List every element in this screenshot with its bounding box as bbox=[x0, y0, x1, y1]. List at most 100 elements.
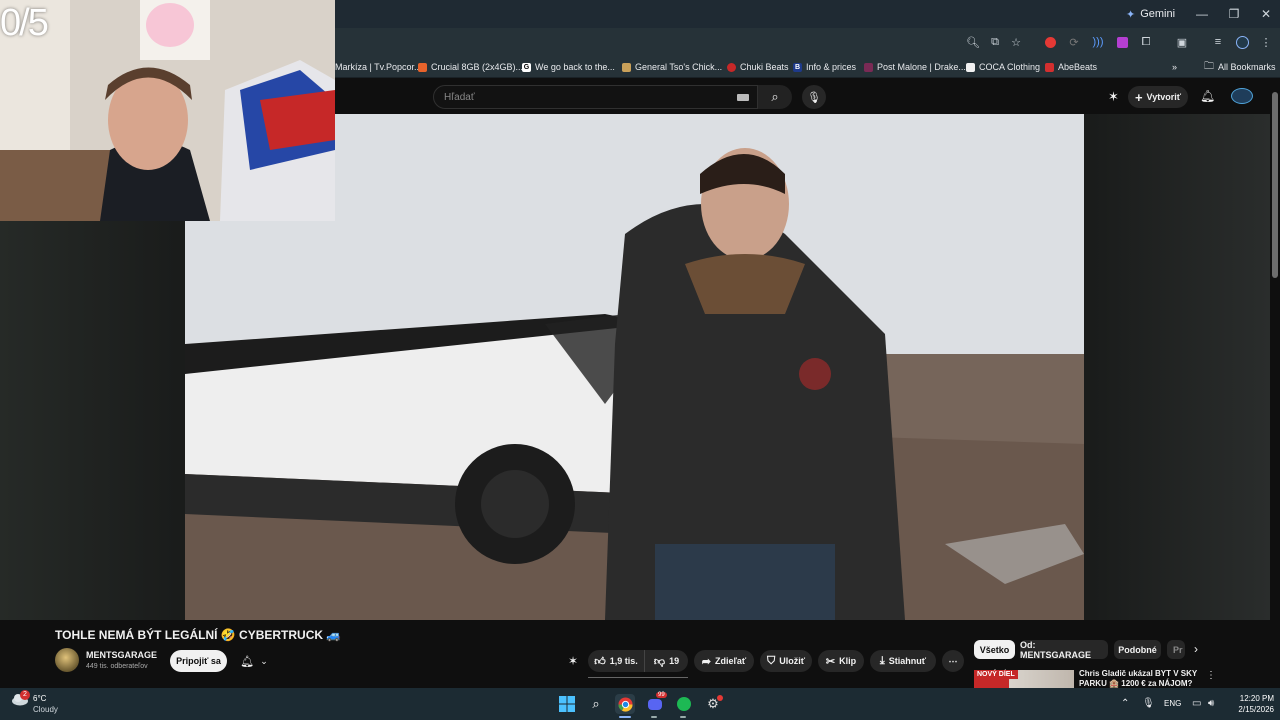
bookmark-item[interactable]: G We go back to the... bbox=[522, 60, 615, 74]
bookmark-icon: ⛉ bbox=[766, 654, 776, 667]
profile-avatar-icon[interactable] bbox=[1234, 34, 1250, 50]
create-button[interactable]: + Vytvoriť bbox=[1128, 86, 1188, 108]
download-button[interactable]: ⤓ Stiahnuť bbox=[870, 650, 936, 672]
tray-overflow-icon[interactable]: ⌃ bbox=[1121, 698, 1129, 709]
restore-button[interactable]: ❐ bbox=[1220, 4, 1248, 24]
clock-date[interactable]: 2/15/2026 bbox=[1228, 705, 1274, 714]
discord-open-indicator bbox=[651, 716, 657, 718]
chip-related[interactable]: Podobné bbox=[1114, 640, 1161, 659]
save-button[interactable]: ⛉ Uložiť bbox=[760, 650, 812, 672]
notifications-bell-icon[interactable]: 🔔︎ bbox=[1200, 89, 1215, 103]
bookmark-item[interactable]: Crucial 8GB (2x4GB)... bbox=[418, 60, 523, 74]
install-app-icon[interactable]: ⧉ bbox=[987, 34, 1003, 50]
extension-blue-icon[interactable]: ))) bbox=[1090, 34, 1106, 50]
minimize-button[interactable]: — bbox=[1188, 4, 1216, 24]
chip-all[interactable]: Všetko bbox=[974, 640, 1015, 659]
keyboard-icon[interactable] bbox=[737, 94, 749, 101]
gemini-label: Gemini bbox=[1140, 8, 1176, 20]
join-button[interactable]: Pripojiť sa bbox=[170, 650, 227, 672]
chip-partial[interactable]: Pr bbox=[1167, 640, 1185, 659]
share-button[interactable]: ➦ Zdieľať bbox=[694, 650, 754, 672]
bookmark-item[interactable]: Markíza | Tv.Popcor... bbox=[335, 60, 422, 74]
page-scrollbar-thumb[interactable] bbox=[1272, 92, 1278, 278]
webcam-overlay bbox=[0, 0, 335, 221]
bookmark-favicon-icon: B bbox=[793, 62, 802, 72]
close-window-button[interactable]: ✕ bbox=[1252, 4, 1280, 24]
download-icon: ⤓ bbox=[879, 654, 885, 667]
start-windows-icon[interactable] bbox=[557, 694, 577, 714]
channel-avatar[interactable] bbox=[55, 648, 79, 672]
windows-taskbar bbox=[0, 688, 1280, 720]
more-options-icon[interactable]: ⋮ bbox=[1258, 34, 1274, 50]
ai-sparkle-icon[interactable]: ✶ bbox=[568, 654, 578, 668]
extension-grey-icon[interactable]: ⟳ bbox=[1066, 34, 1082, 50]
tray-volume-icon[interactable]: 🔊︎ bbox=[1208, 698, 1214, 709]
bookmark-favicon-icon bbox=[622, 62, 631, 72]
bookmarks-overflow-icon[interactable]: » bbox=[1172, 60, 1177, 74]
account-avatar[interactable] bbox=[1231, 88, 1253, 104]
more-actions-button[interactable]: ⋯ bbox=[942, 650, 964, 672]
bookmark-favicon-icon bbox=[864, 62, 873, 72]
all-bookmarks-button[interactable]: 🗀 All Bookmarks bbox=[1204, 60, 1276, 74]
more-horizontal-icon: ⋯ bbox=[948, 655, 958, 666]
tray-microphone-icon[interactable]: 🎙︎ bbox=[1142, 698, 1155, 709]
bookmark-favicon-icon bbox=[966, 62, 975, 72]
like-button[interactable]: 👍︎ 1,9 tis. bbox=[588, 650, 644, 672]
weather-badge: 2 bbox=[20, 690, 30, 700]
zoom-icon[interactable]: 🔍︎ bbox=[965, 34, 981, 50]
bookmark-favicon-icon bbox=[1045, 62, 1054, 72]
bookmark-item[interactable]: COCA Clothing bbox=[966, 60, 1040, 74]
bookmark-item[interactable]: B Info & prices bbox=[793, 60, 856, 74]
channel-name[interactable]: MENTSGARAGE bbox=[86, 650, 157, 660]
plus-icon: + bbox=[1134, 89, 1143, 105]
bookmark-favicon-icon bbox=[418, 62, 427, 72]
chip-from-channel[interactable]: Od: MENTSGARAGE bbox=[1020, 640, 1108, 660]
chrome-icon[interactable] bbox=[615, 694, 635, 714]
voice-search-button[interactable]: 🎙︎ bbox=[802, 85, 826, 109]
tray-display-icon[interactable]: ▭ bbox=[1192, 698, 1201, 709]
video-title: TOHLE NEMÁ BÝT LEGÁLNÍ 🤣 CYBERTRUCK 🚙 bbox=[55, 628, 342, 642]
search-button[interactable]: ⌕ bbox=[758, 85, 792, 109]
chrome-active-indicator bbox=[619, 716, 631, 718]
folder-icon: 🗀 bbox=[1204, 60, 1214, 72]
notification-settings-button[interactable]: 🔔︎ ⌄ bbox=[232, 650, 276, 672]
microphone-icon: 🎙︎ bbox=[807, 91, 821, 104]
bookmark-item[interactable]: AbeBeats bbox=[1045, 60, 1097, 74]
recommendation-badge: NOVÝ DÍEL bbox=[974, 670, 1018, 679]
clock-time[interactable]: 12:20 PM bbox=[1228, 694, 1274, 703]
share-arrow-icon: ➦ bbox=[701, 655, 711, 668]
clip-button[interactable]: ✂ Klip bbox=[818, 650, 864, 672]
extension-purple-icon[interactable] bbox=[1114, 34, 1130, 50]
dislike-button[interactable]: 👎︎ 19 bbox=[644, 650, 688, 672]
extensions-puzzle-icon[interactable]: ⧠ bbox=[1138, 34, 1154, 50]
recommendation-menu-icon[interactable]: ⋮ bbox=[1206, 670, 1216, 681]
bookmark-item[interactable]: Post Malone | Drake... bbox=[864, 60, 966, 74]
reading-mode-icon[interactable]: ▣ bbox=[1174, 34, 1190, 50]
recommendation-title[interactable]: Chris Gladič ukázal BYT V SKY PARKU 🏨 12… bbox=[1079, 669, 1204, 688]
subscriber-count: 449 tis. odberateľov bbox=[86, 663, 148, 670]
like-ratio-bar bbox=[588, 677, 688, 678]
extension-red-icon[interactable] bbox=[1042, 34, 1058, 50]
weather-condition: Cloudy bbox=[33, 705, 58, 714]
chevron-right-icon[interactable]: › bbox=[1194, 642, 1198, 656]
chevron-down-icon: ⌄ bbox=[260, 655, 268, 666]
google-icon: G bbox=[522, 62, 531, 72]
bookmark-item[interactable]: General Tso's Chick... bbox=[622, 60, 722, 74]
search-icon: ⌕ bbox=[771, 89, 779, 104]
weather-temperature: 6°C bbox=[33, 694, 47, 703]
bookmark-star-icon[interactable]: ☆ bbox=[1008, 34, 1024, 50]
overlay-counter: 0/5 bbox=[0, 2, 49, 44]
gemini-spark-icon: ✦ bbox=[1126, 8, 1136, 21]
menu-lines-icon[interactable]: ≡ bbox=[1210, 34, 1226, 50]
thumbs-down-icon: 👎︎ bbox=[653, 655, 666, 668]
spotify-icon[interactable] bbox=[674, 694, 694, 714]
input-language[interactable]: ENG bbox=[1164, 699, 1181, 708]
taskbar-search-icon[interactable]: ⌕ bbox=[586, 694, 606, 714]
ai-sparkle-icon[interactable]: ✶ bbox=[1108, 89, 1119, 105]
search-input[interactable]: Hľadať bbox=[433, 85, 758, 109]
bookmark-item[interactable]: Chuki Beats bbox=[727, 60, 789, 74]
discord-badge: 99 bbox=[656, 692, 667, 698]
thumbs-up-icon: 👍︎ bbox=[594, 655, 606, 668]
webcam-scene bbox=[0, 0, 335, 221]
gemini-button[interactable]: ✦ Gemini bbox=[1126, 6, 1175, 22]
